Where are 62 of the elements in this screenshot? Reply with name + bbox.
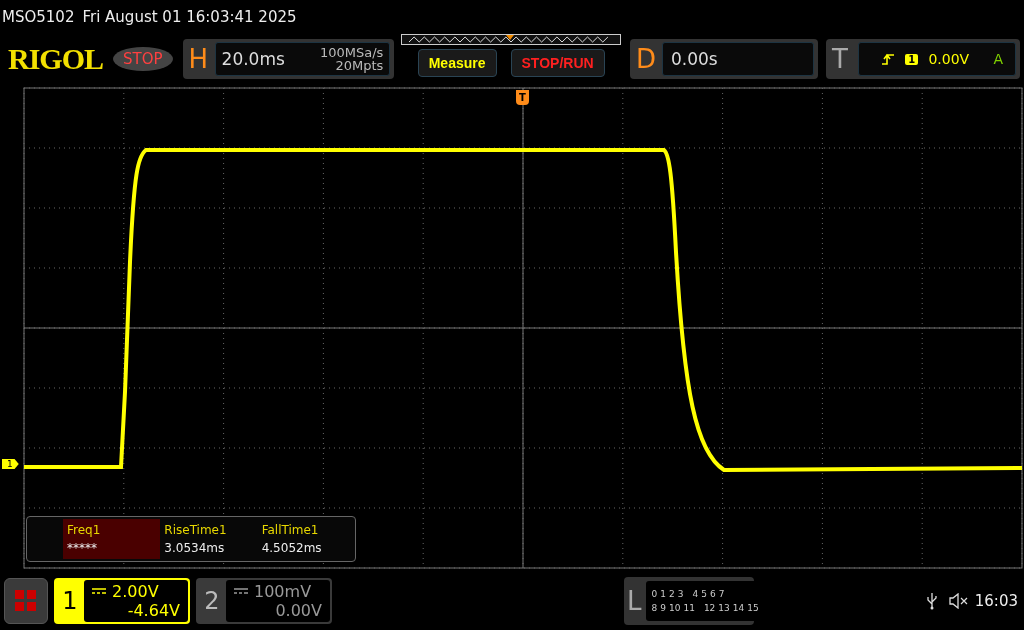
grid-icon bbox=[15, 590, 37, 612]
channel-number: 2 bbox=[203, 586, 221, 617]
trigger-mode: A bbox=[993, 51, 1003, 67]
logic-channel-number: 5 bbox=[701, 589, 707, 599]
trigger-panel[interactable]: T 1 0.00V A bbox=[826, 39, 1020, 79]
logic-channel-number: 12 bbox=[703, 603, 716, 613]
measurement-value: 3.0534ms bbox=[164, 541, 226, 555]
measurement-name: FallTime1 bbox=[261, 523, 320, 537]
logo: RIGOL bbox=[8, 42, 104, 76]
measurement-item[interactable]: FallTime1 4.5052ms bbox=[257, 519, 355, 559]
horizontal-panel[interactable]: H 20.0ms 100MSa/s 20Mpts bbox=[182, 39, 395, 79]
measurement-value: 4.5052ms bbox=[261, 541, 323, 555]
rising-edge-icon bbox=[881, 52, 895, 66]
channel-scale: 2.00V bbox=[112, 582, 159, 601]
dc-coupling-icon bbox=[234, 588, 248, 595]
delay-value: 0.00s bbox=[670, 49, 718, 69]
logic-label: L bbox=[627, 586, 642, 616]
menu-button[interactable] bbox=[4, 578, 48, 624]
logic-channel-number: 13 bbox=[718, 603, 730, 613]
horizontal-label: H bbox=[188, 44, 209, 74]
logic-channel-number: 14 bbox=[732, 603, 745, 613]
logic-channel-number: 8 bbox=[651, 603, 658, 613]
date-time: Fri August 01 16:03:41 2025 bbox=[82, 8, 297, 26]
channel-number: 1 bbox=[61, 586, 79, 617]
logic-channel-number: 10 bbox=[668, 603, 681, 613]
channel-scale: 100mV bbox=[254, 582, 312, 601]
measurement-value: ***** bbox=[67, 541, 98, 555]
measurement-item[interactable]: RiseTime1 3.0534ms bbox=[160, 519, 258, 559]
delay-panel[interactable]: D 0.00s bbox=[629, 39, 818, 79]
dc-coupling-icon bbox=[92, 588, 106, 595]
channel-offset: 0.00V bbox=[275, 601, 322, 620]
trigger-position-marker[interactable]: T bbox=[516, 90, 529, 105]
channel-panel[interactable]: 2 100mV 0.00V bbox=[196, 578, 332, 624]
trigger-label: T bbox=[832, 44, 849, 74]
logic-channel-number: 2 bbox=[668, 589, 675, 599]
logic-channel-number: 1 bbox=[660, 589, 666, 599]
channel-panel[interactable]: 1 2.00V -4.64V bbox=[54, 578, 190, 624]
logic-channel-number: 9 bbox=[660, 603, 666, 613]
channel-offset: -4.64V bbox=[127, 601, 180, 620]
trigger-source: 1 bbox=[905, 53, 919, 65]
trigger-level: 0.00V bbox=[928, 51, 970, 67]
channel-marker[interactable]: 1 bbox=[2, 459, 19, 469]
memory-depth: 20Mpts bbox=[335, 59, 384, 72]
logic-channel-number: 11 bbox=[683, 603, 695, 613]
logic-channel-number: 4 bbox=[692, 589, 699, 599]
muted-speaker-icon bbox=[948, 593, 969, 609]
stop-run-button[interactable]: STOP/RUN bbox=[510, 48, 605, 77]
delay-label: D bbox=[635, 44, 656, 74]
measurement-name: RiseTime1 bbox=[164, 523, 228, 537]
sample-rate: 100MSa/s bbox=[319, 46, 384, 59]
logic-channel-number: 7 bbox=[718, 589, 725, 599]
measure-button[interactable]: Measure bbox=[417, 48, 497, 77]
clock: 16:03 bbox=[974, 592, 1018, 610]
run-state-badge: STOP bbox=[113, 47, 173, 71]
logic-channel-number: 6 bbox=[709, 589, 716, 599]
usb-icon bbox=[926, 592, 937, 610]
measurement-name: Freq1 bbox=[67, 523, 102, 537]
measurement-item[interactable]: Freq1 ***** bbox=[63, 519, 161, 559]
timebase-value: 20.0ms bbox=[221, 49, 285, 69]
logic-channel-number: 0 bbox=[651, 589, 658, 599]
logic-channel-number: 3 bbox=[677, 589, 684, 599]
model-name: MSO5102 bbox=[2, 8, 75, 26]
